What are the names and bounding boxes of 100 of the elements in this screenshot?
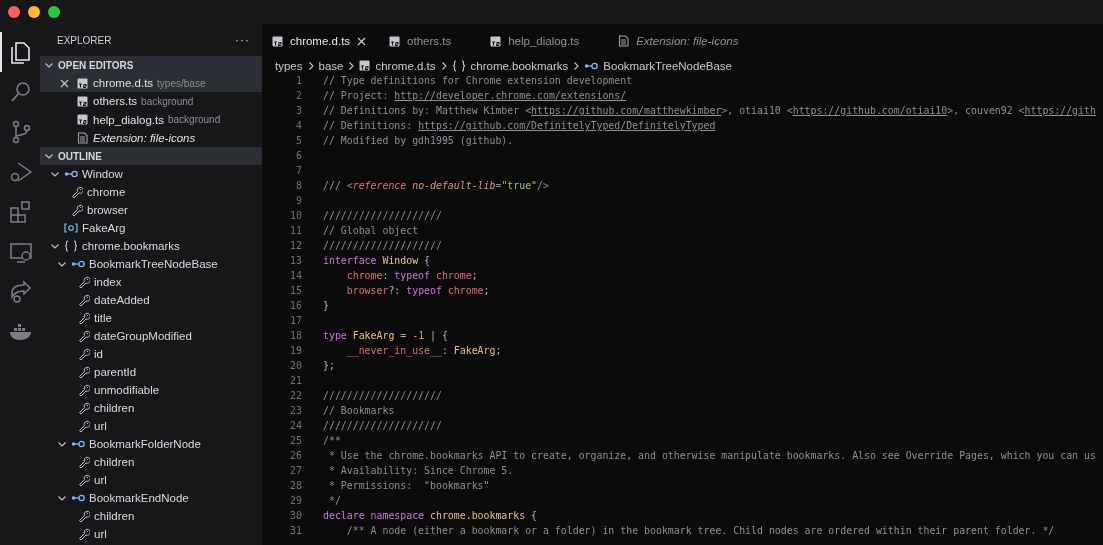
code-line: */ bbox=[327, 495, 341, 506]
breadcrumb-item[interactable]: chrome.d.ts bbox=[359, 59, 436, 72]
wrench-icon bbox=[78, 384, 90, 397]
line-number: 20 bbox=[289, 360, 302, 371]
line-number: 7 bbox=[295, 165, 302, 176]
open-editor-item[interactable]: chrome.d.ts types/base bbox=[40, 74, 262, 93]
outline-item[interactable]: url bbox=[40, 417, 262, 436]
line-number: 1 bbox=[295, 75, 302, 86]
editor-tab[interactable]: chrome.d.ts bbox=[262, 24, 380, 58]
editor-tab[interactable]: Extension: file-icons bbox=[608, 24, 768, 58]
typescript-file-icon bbox=[77, 77, 88, 89]
line-number: 25 bbox=[289, 435, 302, 446]
typescript-file-icon bbox=[389, 35, 401, 47]
line-number: 9 bbox=[295, 195, 302, 206]
outline-item[interactable]: unmodifiable bbox=[40, 381, 262, 400]
code-line: // Definitions: https://github.com/DefinitelyTyped/DefinitelyTyped bbox=[323, 120, 716, 131]
editor-tab[interactable]: help_dialog.ts bbox=[480, 24, 609, 58]
code-line: /** A node (either a bookmark or a folder) in the bookmark tree. Child nodes are ordered within their parent folder. */ bbox=[345, 525, 1055, 536]
code-line: // Modified by gdh1995 (github). bbox=[323, 135, 514, 146]
outline-item[interactable]: children bbox=[40, 399, 262, 418]
code-line: interface Window { bbox=[323, 255, 431, 266]
outline-item[interactable]: chrome.bookmarks bbox=[40, 237, 262, 256]
line-number: 14 bbox=[289, 270, 302, 281]
wrench-icon bbox=[78, 510, 90, 523]
outline-item[interactable]: title bbox=[40, 309, 262, 328]
wrench-icon bbox=[78, 276, 90, 289]
braces-icon bbox=[64, 240, 78, 253]
line-number: 15 bbox=[289, 285, 302, 296]
open-editor-item[interactable]: Extension: file-icons bbox=[40, 128, 262, 148]
open-editor-item[interactable]: others.ts background bbox=[40, 92, 262, 111]
wrench-icon bbox=[78, 330, 90, 343]
share-arrow-icon bbox=[8, 279, 34, 305]
outline-item[interactable]: children bbox=[40, 507, 262, 526]
code-line: //////////////////// bbox=[323, 390, 442, 401]
breadcrumb-item[interactable]: chrome.bookmarks bbox=[451, 59, 569, 72]
close-icon bbox=[357, 36, 367, 46]
outline-item[interactable]: parentId bbox=[40, 363, 262, 382]
line-number: 10 bbox=[289, 210, 302, 221]
outline-item[interactable]: children bbox=[40, 453, 262, 472]
code-line: // Definitions by: Matthew Kimber <https://github.com/matthewkimber>, otiai10 <https://github.com/otiai10>, couven92 <https://gith bbox=[323, 105, 1096, 116]
code-line: * Availability: Since Chrome 5. bbox=[327, 465, 514, 476]
interface-icon bbox=[71, 494, 85, 503]
line-number: 16 bbox=[289, 300, 302, 311]
maximize-window-button[interactable] bbox=[48, 6, 60, 18]
open-editor-item[interactable]: help_dialog.ts background bbox=[40, 110, 262, 129]
line-number: 11 bbox=[289, 225, 302, 236]
code-line: /** bbox=[323, 435, 341, 446]
code-line: }; bbox=[323, 360, 335, 371]
section-header[interactable]: OPEN EDITORS bbox=[40, 56, 262, 74]
code-line: //////////////////// bbox=[323, 210, 442, 221]
outline-item[interactable]: url bbox=[40, 471, 262, 490]
wrench-icon bbox=[78, 312, 90, 325]
interface-icon bbox=[584, 61, 599, 70]
wrench-icon bbox=[78, 294, 90, 307]
outline-item[interactable]: BookmarkTreeNodeBase bbox=[40, 255, 262, 274]
more-actions-button[interactable]: ··· bbox=[235, 33, 250, 47]
outline-item[interactable]: index bbox=[40, 273, 262, 292]
code-line: } bbox=[323, 300, 329, 311]
line-number: 24 bbox=[289, 420, 302, 431]
line-number: 5 bbox=[295, 135, 302, 146]
interface-icon bbox=[71, 440, 85, 449]
outline-item[interactable]: FakeArg bbox=[40, 219, 262, 238]
outline-item[interactable]: BookmarkFolderNode bbox=[40, 435, 262, 454]
run-debug-icon bbox=[8, 159, 34, 185]
line-number: 26 bbox=[289, 450, 302, 461]
section-header[interactable]: OUTLINE bbox=[40, 147, 262, 166]
document-icon bbox=[77, 132, 88, 145]
line-number: 2 bbox=[295, 90, 302, 101]
line-number: 6 bbox=[295, 150, 302, 161]
breadcrumb-item[interactable]: base bbox=[318, 59, 344, 72]
line-number: 19 bbox=[289, 345, 302, 356]
breadcrumb-item[interactable]: types bbox=[275, 59, 303, 72]
outline-item[interactable]: Window bbox=[40, 165, 262, 184]
sidebar-title: EXPLORER bbox=[57, 34, 112, 46]
braces-icon bbox=[451, 59, 466, 72]
close-window-button[interactable] bbox=[8, 6, 20, 18]
interface-icon bbox=[71, 260, 85, 269]
line-number: 8 bbox=[295, 180, 302, 191]
code-line: chrome: typeof chrome; bbox=[345, 270, 478, 281]
outline-item[interactable]: chrome bbox=[40, 183, 262, 202]
chevron-icon bbox=[44, 60, 54, 70]
minimize-window-button[interactable] bbox=[28, 6, 40, 18]
typescript-file-icon bbox=[272, 35, 283, 47]
outline-item[interactable]: url bbox=[40, 525, 262, 544]
code-line: type FakeArg = -1 | { bbox=[323, 330, 448, 341]
outline-item[interactable]: id bbox=[40, 345, 262, 364]
typescript-file-icon bbox=[77, 114, 88, 126]
outline-item[interactable]: browser bbox=[40, 201, 262, 220]
line-number: 30 bbox=[289, 510, 302, 521]
typescript-file-icon bbox=[490, 35, 502, 47]
typescript-file-icon bbox=[77, 95, 88, 107]
line-number: 13 bbox=[289, 255, 302, 266]
outline-item[interactable]: dateAdded bbox=[40, 291, 262, 310]
outline-item[interactable]: dateGroupModified bbox=[40, 327, 262, 346]
code-line: browser?: typeof chrome; bbox=[345, 285, 490, 296]
breadcrumb-item[interactable]: BookmarkTreeNodeBase bbox=[584, 59, 732, 72]
wrench-icon bbox=[78, 456, 90, 469]
line-number: 21 bbox=[289, 375, 302, 386]
outline-item[interactable]: BookmarkEndNode bbox=[40, 489, 262, 508]
editor-tab[interactable]: others.ts bbox=[379, 24, 481, 58]
